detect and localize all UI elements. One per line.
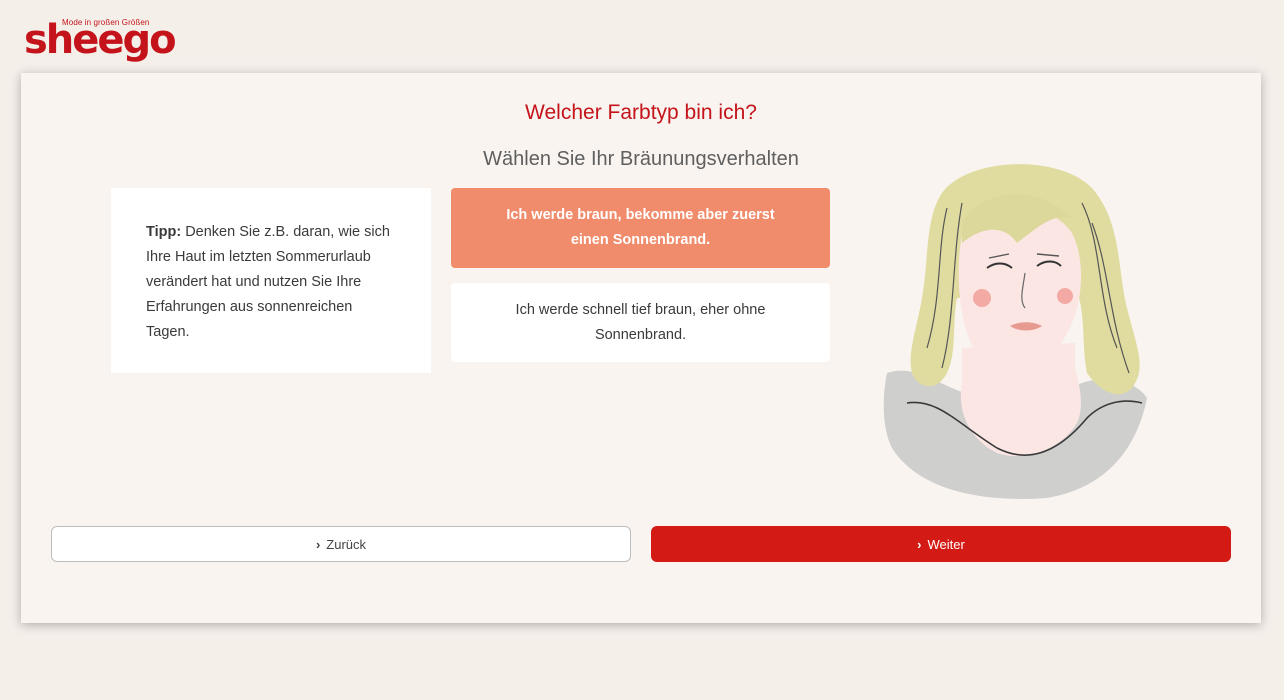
sheego-logo[interactable]: Mode in großen Größen sheego bbox=[24, 14, 177, 66]
woman-portrait-illustration bbox=[883, 164, 1147, 499]
back-button-label: Zurück bbox=[326, 536, 367, 552]
back-button[interactable]: › Zurück bbox=[51, 526, 631, 562]
option-sunburn-then-tan[interactable]: Ich werde braun, bekomme aber zuerst ein… bbox=[451, 188, 830, 268]
quiz-card: Welcher Farbtyp bin ich? Wählen Sie Ihr … bbox=[21, 73, 1261, 623]
tip-box: Tipp: Denken Sie z.B. daran, wie sich Ih… bbox=[111, 188, 431, 373]
option-label: Ich werde schnell tief braun, eher ohne … bbox=[515, 301, 766, 343]
next-button[interactable]: › Weiter bbox=[651, 526, 1231, 562]
chevron-right-icon: › bbox=[315, 536, 321, 552]
page-title: Welcher Farbtyp bin ich? bbox=[525, 101, 757, 124]
logo-wordmark: sheego bbox=[24, 17, 177, 63]
tip-label: Tipp: bbox=[146, 224, 182, 240]
chevron-right-icon: › bbox=[917, 536, 922, 552]
option-tan-quickly[interactable]: Ich werde schnell tief braun, eher ohne … bbox=[451, 283, 830, 362]
next-button-label: Weiter bbox=[927, 536, 965, 552]
option-label: Ich werde braun, bekomme aber zuerst ein… bbox=[506, 207, 775, 248]
tip-text: Denken Sie z.B. daran, wie sich Ihre Hau… bbox=[146, 224, 390, 340]
